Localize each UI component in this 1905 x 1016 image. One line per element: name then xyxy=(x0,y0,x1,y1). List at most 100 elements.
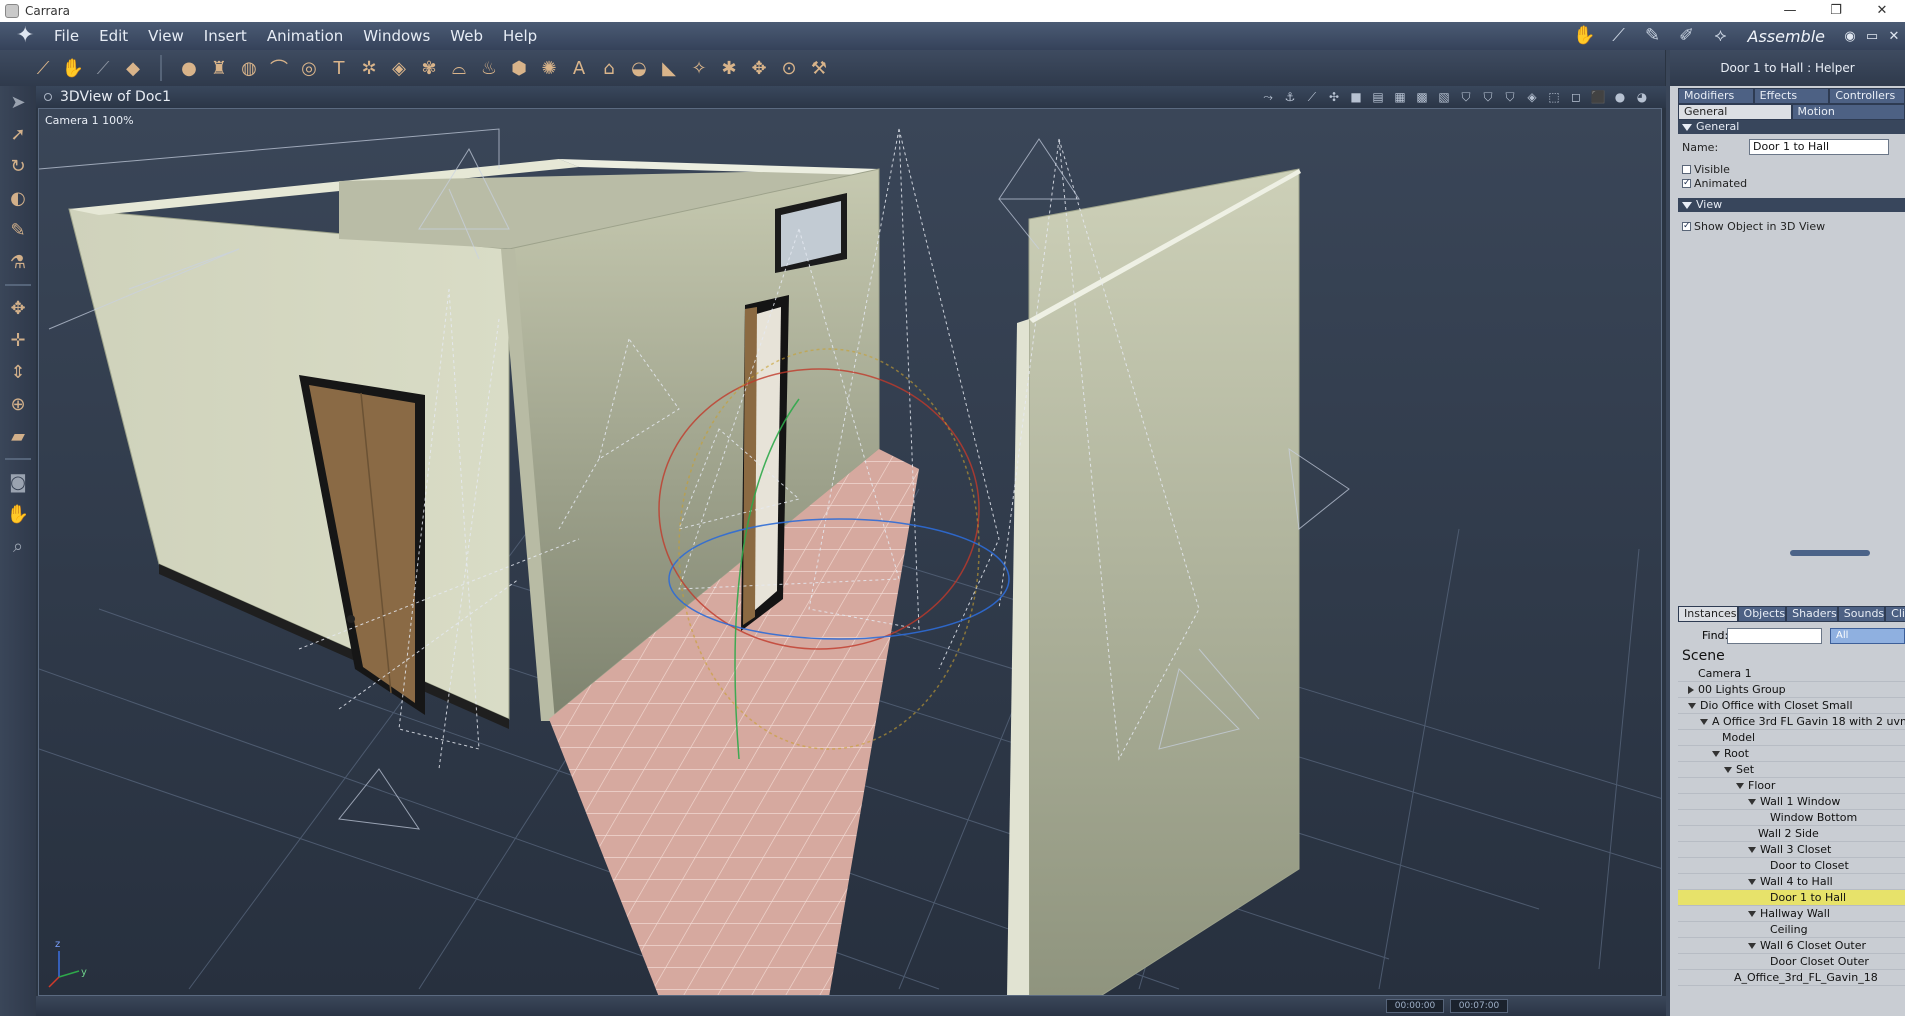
render-room-icon[interactable]: ⟡ xyxy=(1706,25,1736,47)
bulb-insert-icon[interactable]: ✱ xyxy=(714,54,744,82)
house-insert-icon[interactable]: ⌂ xyxy=(594,54,624,82)
expand-triangle-icon[interactable] xyxy=(1712,751,1720,757)
expand-triangle-icon[interactable] xyxy=(1748,799,1756,805)
pan-hand-icon[interactable]: ✋ xyxy=(0,498,36,530)
tree-row[interactable]: Door Closet Outer xyxy=(1678,954,1905,970)
layout-icon[interactable]: ▧ xyxy=(1434,89,1454,105)
section-view-header[interactable]: View xyxy=(1678,198,1905,212)
tree-row[interactable]: Wall 1 Window xyxy=(1678,794,1905,810)
eye-icon[interactable]: ◉ xyxy=(1839,29,1861,44)
minimize-icon[interactable]: — xyxy=(1767,0,1813,22)
storyboard-room-icon[interactable]: ✎ xyxy=(1638,25,1668,47)
tree-row[interactable]: Window Bottom xyxy=(1678,810,1905,826)
expand-triangle-icon[interactable] xyxy=(1748,847,1756,853)
tab-motion[interactable]: Motion xyxy=(1791,104,1905,120)
texture-room-icon[interactable]: ✐ xyxy=(1672,25,1702,47)
pencil-icon[interactable]: ✎ xyxy=(0,214,36,246)
show-3d-box[interactable]: ✓ xyxy=(1682,222,1691,231)
spotlight-insert-icon[interactable]: ✧ xyxy=(684,54,714,82)
tab-modifiers[interactable]: Modifiers xyxy=(1678,88,1754,104)
tree-row[interactable]: Wall 2 Side xyxy=(1678,826,1905,842)
tree-row[interactable]: Door 1 to Hall xyxy=(1678,890,1905,906)
tree-row[interactable]: Floor xyxy=(1678,778,1905,794)
wire-cube-icon[interactable]: ⬚ xyxy=(1544,89,1564,105)
expand-triangle-icon[interactable] xyxy=(1724,767,1732,773)
ag-insert-icon[interactable]: A xyxy=(564,54,594,82)
shield-3-icon[interactable]: ⛉ xyxy=(1500,89,1520,105)
shaded-sphere-icon[interactable]: ● xyxy=(1610,89,1630,105)
target-insert-icon[interactable]: ⊙ xyxy=(774,54,804,82)
terrain-insert-icon[interactable]: ⌓ xyxy=(444,54,474,82)
assemble-room-icon[interactable]: ✋ xyxy=(1570,25,1600,47)
shield-2-icon[interactable]: ⛉ xyxy=(1478,89,1498,105)
menu-insert[interactable]: Insert xyxy=(194,27,257,45)
carrara-logo-icon[interactable]: ✦ xyxy=(16,24,44,48)
rotate-icon[interactable]: ↻ xyxy=(0,150,36,182)
restore-icon[interactable]: ❐ xyxy=(1813,0,1859,22)
expand-triangle-icon[interactable] xyxy=(1748,879,1756,885)
globe-insert-icon[interactable]: ◍ xyxy=(234,54,264,82)
animated-checkbox[interactable]: ✓ Animated xyxy=(1682,177,1747,190)
ik-icon[interactable]: ⤳ xyxy=(1258,89,1278,105)
two-view-icon[interactable]: ▤ xyxy=(1368,89,1388,105)
vector-icon[interactable]: ⟋ xyxy=(1302,89,1322,105)
wrench-insert-icon[interactable]: ⚒ xyxy=(804,54,834,82)
close-icon[interactable]: ✕ xyxy=(1859,0,1905,22)
model-room-icon[interactable]: ⟋ xyxy=(1604,25,1634,47)
tree-insert-icon[interactable]: ✾ xyxy=(414,54,444,82)
expand-triangle-icon[interactable] xyxy=(1748,943,1756,949)
panel-splitter[interactable] xyxy=(1790,550,1870,556)
gear-insert-icon[interactable]: ✲ xyxy=(354,54,384,82)
scale-icon[interactable]: ⇕ xyxy=(0,356,36,388)
find-input[interactable] xyxy=(1727,628,1822,644)
plane-insert-icon[interactable]: ◈ xyxy=(384,54,414,82)
menu-file[interactable]: File xyxy=(44,27,89,45)
expand-triangle-icon[interactable] xyxy=(1748,911,1756,917)
four-view-icon[interactable]: ▩ xyxy=(1412,89,1432,105)
tree-row[interactable]: Camera 1 xyxy=(1678,666,1905,682)
current-time[interactable]: 00:00:00 xyxy=(1386,999,1444,1013)
menu-windows[interactable]: Windows xyxy=(353,27,440,45)
bones-insert-icon[interactable]: ✥ xyxy=(744,54,774,82)
zoom-magnifier-icon[interactable]: ⌕ xyxy=(0,530,36,562)
gyro-icon[interactable]: ✣ xyxy=(1324,89,1344,105)
expand-triangle-icon[interactable] xyxy=(1736,783,1744,789)
cone-insert-icon[interactable]: ◣ xyxy=(654,54,684,82)
box-insert-icon[interactable]: ⬢ xyxy=(504,54,534,82)
scene-render[interactable]: z y xyxy=(39,109,1662,996)
tab-shaders[interactable]: Shaders xyxy=(1786,606,1838,622)
tree-row[interactable]: Wall 3 Closet xyxy=(1678,842,1905,858)
move-plane-icon[interactable]: ✥ xyxy=(0,292,36,324)
3d-viewport[interactable]: z y Camera 1 100% xyxy=(38,108,1662,996)
tree-row[interactable]: Set xyxy=(1678,762,1905,778)
menu-edit[interactable]: Edit xyxy=(89,27,138,45)
eyedropper-icon[interactable]: ⚗ xyxy=(0,246,36,278)
sphere-insert-icon[interactable]: ● xyxy=(174,54,204,82)
tree-row[interactable]: Dio Office with Closet Small xyxy=(1678,698,1905,714)
figure-insert-icon[interactable]: ♜ xyxy=(204,54,234,82)
view-menu-icon[interactable] xyxy=(44,93,52,101)
filter-select[interactable]: All xyxy=(1830,628,1905,644)
dolly-icon[interactable]: ⊕ xyxy=(0,388,36,420)
visible-checkbox[interactable]: Visible xyxy=(1682,163,1730,176)
text-insert-icon[interactable]: T xyxy=(324,54,354,82)
section-general-header[interactable]: General xyxy=(1678,120,1905,134)
bowl-insert-icon[interactable]: ◒ xyxy=(624,54,654,82)
bucket-tool-icon[interactable]: ◆ xyxy=(118,54,148,82)
outline-cube-icon[interactable]: ◻ xyxy=(1566,89,1586,105)
tree-row[interactable]: Wall 4 to Hall xyxy=(1678,874,1905,890)
tree-row[interactable]: 00 Lights Group xyxy=(1678,682,1905,698)
tab-effects[interactable]: Effects xyxy=(1753,88,1830,104)
visible-box[interactable] xyxy=(1682,165,1691,174)
expand-triangle-icon[interactable] xyxy=(1688,703,1696,709)
tree-row[interactable]: Ceiling xyxy=(1678,922,1905,938)
solid-cube-icon[interactable]: ⬛ xyxy=(1588,89,1608,105)
name-field[interactable]: Door 1 to Hall xyxy=(1749,139,1889,155)
show-3d-checkbox[interactable]: ✓ Show Object in 3D View xyxy=(1682,220,1825,233)
menu-animation[interactable]: Animation xyxy=(257,27,353,45)
bend-insert-icon[interactable]: ⌒ xyxy=(264,54,294,82)
tab-instances[interactable]: Instances xyxy=(1678,606,1738,622)
tab-clips[interactable]: Clips xyxy=(1885,606,1905,622)
hand-tool-icon[interactable]: ✋ xyxy=(58,54,88,82)
anchor-icon[interactable]: ⚓ xyxy=(1280,89,1300,105)
